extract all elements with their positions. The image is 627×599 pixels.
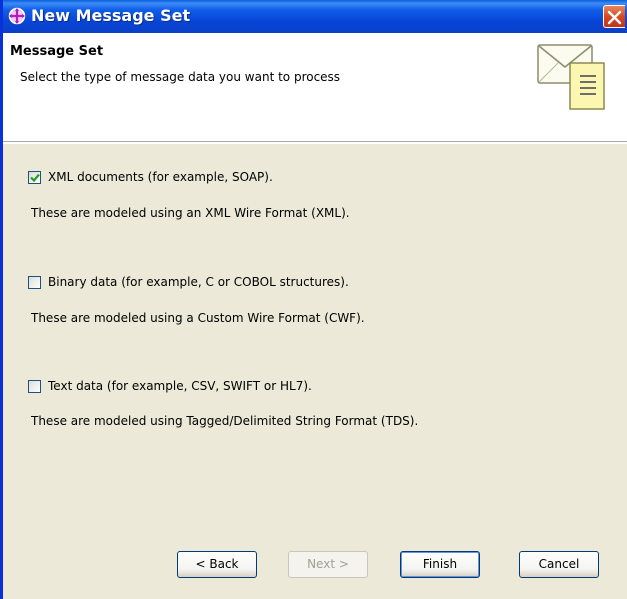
binary-option-description: These are modeled using a Custom Wire Fo… <box>31 311 365 325</box>
xml-option-description: These are modeled using an XML Wire Form… <box>31 206 350 220</box>
close-button[interactable] <box>603 5 625 28</box>
checkmark-icon <box>30 173 40 183</box>
xml-checkbox[interactable] <box>28 171 41 184</box>
cancel-button[interactable]: Cancel <box>519 551 599 578</box>
next-button[interactable]: Next > <box>288 551 368 578</box>
binary-option-label[interactable]: Binary data (for example, C or COBOL str… <box>48 275 349 289</box>
page-description: Select the type of message data you want… <box>20 70 341 84</box>
xml-option-label[interactable]: XML documents (for example, SOAP). <box>48 170 273 184</box>
close-icon <box>607 10 622 25</box>
header-divider <box>3 142 627 144</box>
finish-button[interactable]: Finish <box>400 551 480 578</box>
envelope-document-icon <box>537 44 605 110</box>
title-bar[interactable]: New Message Set <box>3 0 627 33</box>
window-title: New Message Set <box>31 6 191 25</box>
text-option-description: These are modeled using Tagged/Delimited… <box>31 414 419 428</box>
new-message-set-dialog: New Message Set Message Set Select the t… <box>0 0 627 599</box>
wizard-header: Message Set Select the type of message d… <box>3 33 627 142</box>
back-button[interactable]: < Back <box>177 551 257 578</box>
page-title: Message Set <box>10 44 104 59</box>
binary-checkbox[interactable] <box>28 276 41 289</box>
text-option-label[interactable]: Text data (for example, CSV, SWIFT or HL… <box>48 379 312 393</box>
message-set-icon <box>8 7 26 25</box>
text-checkbox[interactable] <box>28 380 41 393</box>
